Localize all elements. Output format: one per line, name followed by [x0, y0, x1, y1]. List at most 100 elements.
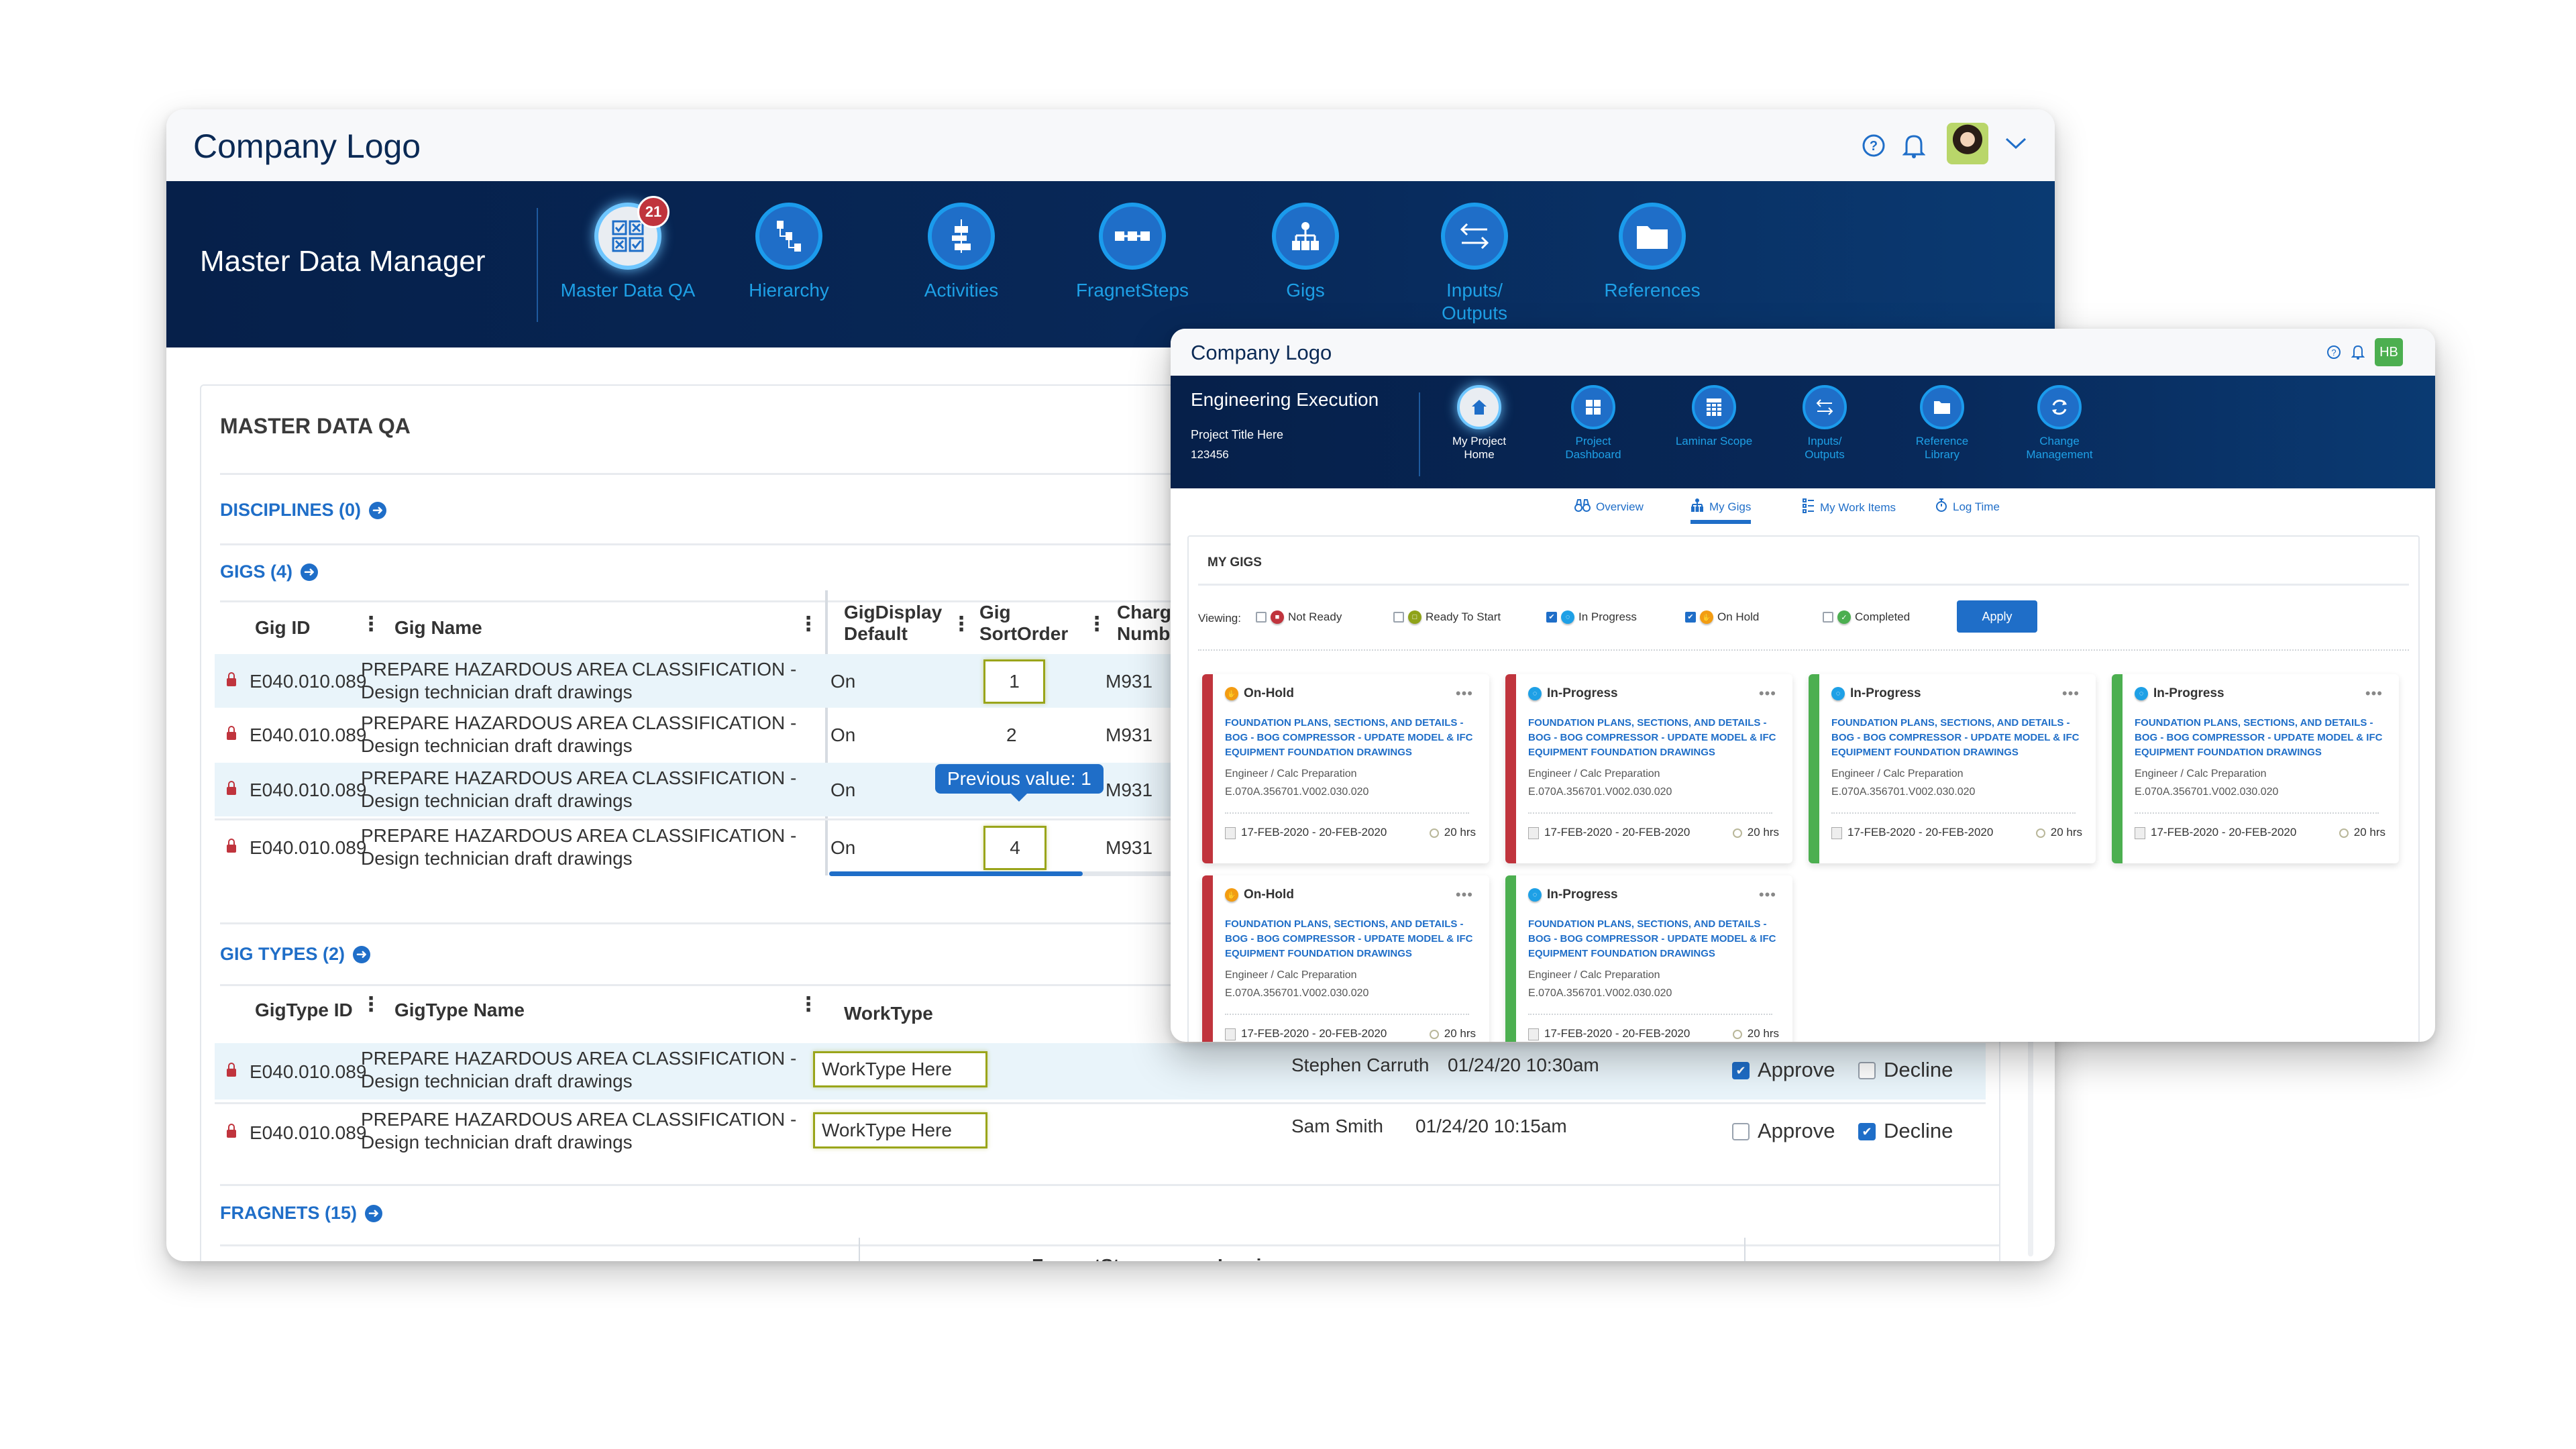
disciplines-link[interactable]: DISCIPLINES (0) ➜	[220, 500, 387, 521]
sort-order-input[interactable]: 1	[983, 659, 1045, 704]
worktype-input[interactable]: WorkType Here	[813, 1112, 987, 1148]
nav-hierarchy[interactable]: Hierarchy	[722, 203, 856, 302]
more-options-icon[interactable]: •••	[1759, 886, 1776, 904]
filter-on-hold[interactable]: ✔ ✋ On Hold	[1685, 610, 1759, 624]
tab-my-gigs[interactable]: My Gigs	[1690, 498, 1752, 524]
gig-card[interactable]: ◌ In-Progress ••• FOUNDATION PLANS, SECTION…	[2112, 674, 2399, 863]
filter-completed[interactable]: ✓ Completed	[1823, 610, 1910, 624]
gig-card[interactable]: ◌ In-Progress ••• FOUNDATION PLANS, SECTION…	[1505, 875, 1792, 1042]
tab-overview[interactable]: Overview	[1574, 498, 1644, 516]
nav-label: References	[1604, 280, 1701, 301]
column-menu-icon[interactable]: ⋮	[361, 993, 381, 1016]
column-menu-icon[interactable]: ⋮	[361, 612, 381, 636]
gig-title-link[interactable]: FOUNDATION PLANS, SECTIONS, AND DETAILS …	[1831, 716, 2082, 760]
col-header-gig-sortorder[interactable]: Gig SortOrder	[979, 602, 1068, 645]
fragnets-link[interactable]: FRAGNETS (15) ➜	[220, 1203, 383, 1224]
gig-card[interactable]: ✋ On-Hold ••• FOUNDATION PLANS, SECTIONS, A…	[1202, 875, 1489, 1042]
filter-not-ready[interactable]: ■ Not Ready	[1256, 610, 1342, 624]
gig-types-link[interactable]: GIG TYPES (2) ➜	[220, 944, 371, 965]
nav-activities[interactable]: Activities	[894, 203, 1028, 302]
col-header-gigtype-name[interactable]: GigType Name	[394, 1000, 525, 1021]
gig-card[interactable]: ◌ In-Progress ••• FOUNDATION PLANS, SECTION…	[1809, 674, 2096, 863]
approve-checkbox[interactable]	[1732, 1123, 1750, 1140]
page-title: MASTER DATA QA	[220, 414, 411, 438]
gig-role: Engineer / Calc Preparation	[1831, 768, 1964, 780]
col-header-charge-number[interactable]: Charg Numb	[1117, 602, 1171, 645]
gigtype-name-line: Design technician draft drawings	[361, 1131, 633, 1152]
nav-change-management[interactable]: Change Management	[2009, 385, 2110, 462]
col-header-fragnetstep[interactable]: FragnetStep	[1032, 1255, 1141, 1261]
filter-checkbox[interactable]: ✔	[1685, 612, 1696, 623]
gig-card[interactable]: ◌ In-Progress ••• FOUNDATION PLANS, SECTION…	[1505, 674, 1792, 863]
more-options-icon[interactable]: •••	[1456, 685, 1473, 702]
more-options-icon[interactable]: •••	[1759, 685, 1776, 702]
col-header-gig-id[interactable]: Gig ID	[255, 617, 310, 639]
help-icon[interactable]: ?	[2326, 345, 2341, 363]
gig-title-link[interactable]: FOUNDATION PLANS, SECTIONS, AND DETAILS …	[1225, 716, 1476, 760]
nav-references[interactable]: References	[1585, 203, 1719, 302]
chevron-down-icon[interactable]	[2004, 136, 2027, 154]
table-row[interactable]: E040.010.089 PREPARE HAZARDOUS AREA CLAS…	[215, 1043, 1986, 1099]
more-options-icon[interactable]: •••	[2365, 685, 2383, 702]
bell-icon[interactable]	[1902, 132, 1926, 162]
company-logo[interactable]: Company Logo	[193, 127, 421, 166]
decline-checkbox[interactable]	[1858, 1062, 1876, 1079]
nav-reference-library[interactable]: Reference Library	[1902, 385, 1982, 462]
sort-order-input[interactable]: 4	[983, 826, 1046, 870]
table-row[interactable]: E040.010.089 PREPARE HAZARDOUS AREA CLAS…	[215, 818, 1261, 874]
gig-title-link[interactable]: FOUNDATION PLANS, SECTIONS, AND DETAILS …	[2135, 716, 2385, 760]
col-header-laminar[interactable]: Laminar	[1218, 1255, 1291, 1261]
gig-display-default: On	[830, 724, 856, 745]
horizontal-scrollbar[interactable]	[829, 871, 1191, 876]
table-row[interactable]: E040.010.089 PREPARE HAZARDOUS AREA CLAS…	[215, 1102, 1986, 1161]
gig-title-link[interactable]: FOUNDATION PLANS, SECTIONS, AND DETAILS …	[1225, 917, 1476, 961]
nav-project-dashboard[interactable]: Project Dashboard	[1553, 385, 1633, 462]
nav-inputs-outputs[interactable]: Inputs/ Outputs	[1407, 203, 1542, 324]
gig-card[interactable]: ✋ On-Hold ••• FOUNDATION PLANS, SECTIONS, A…	[1202, 674, 1489, 863]
filter-checkbox[interactable]	[1823, 612, 1833, 623]
nav-fragnetsteps[interactable]: FragnetSteps	[1065, 203, 1199, 302]
nav-gigs[interactable]: Gigs	[1238, 203, 1373, 302]
divider	[1225, 1014, 1469, 1015]
filter-checkbox[interactable]	[1393, 612, 1404, 623]
col-header-worktype[interactable]: WorkType	[844, 1003, 933, 1024]
column-menu-icon[interactable]: ⋮	[951, 612, 971, 636]
nav-laminar-scope[interactable]: Laminar Scope	[1664, 385, 1764, 448]
filter-checkbox[interactable]: ✔	[1546, 612, 1557, 623]
column-menu-icon[interactable]: ⋮	[798, 993, 818, 1016]
worktype-input[interactable]: WorkType Here	[813, 1051, 987, 1087]
more-options-icon[interactable]: •••	[1456, 886, 1473, 904]
tab-log-time[interactable]: Log Time	[1935, 498, 2000, 516]
more-options-icon[interactable]: •••	[2062, 685, 2080, 702]
column-menu-icon[interactable]: ⋮	[1087, 612, 1107, 636]
nav-master-data-qa[interactable]: 21 Master Data QA	[547, 196, 708, 302]
filter-in-progress[interactable]: ✔ ◌ In Progress	[1546, 610, 1637, 624]
user-avatar[interactable]	[1947, 123, 1988, 164]
nav-my-project-home[interactable]: My Project Home	[1439, 385, 1519, 462]
header-line: Numb	[1117, 623, 1171, 645]
approve-checkbox[interactable]: ✔	[1732, 1062, 1750, 1079]
col-header-gigtype-id[interactable]: GigType ID	[255, 1000, 353, 1021]
nav-inputs-outputs[interactable]: Inputs/Outputs	[1784, 385, 1865, 462]
table-row[interactable]: E040.010.089 PREPARE HAZARDOUS AREA CLAS…	[215, 763, 1261, 816]
column-menu-icon[interactable]: ⋮	[798, 612, 818, 636]
help-icon[interactable]: ?	[1862, 133, 1886, 161]
filter-ready-to-start[interactable]: □ Ready To Start	[1393, 610, 1501, 624]
table-row[interactable]: E040.010.089 PREPARE HAZARDOUS AREA CLAS…	[215, 708, 1261, 761]
label-line: Outputs	[1805, 448, 1845, 462]
gigs-link[interactable]: GIGS (4) ➜	[220, 561, 319, 582]
scrollbar-thumb[interactable]	[829, 871, 1083, 876]
decline-checkbox[interactable]: ✔	[1858, 1123, 1876, 1140]
table-row[interactable]: E040.010.089 PREPARE HAZARDOUS AREA CLAS…	[215, 654, 1261, 708]
col-header-gig-name[interactable]: Gig Name	[394, 617, 482, 639]
apply-button[interactable]: Apply	[1957, 600, 2037, 633]
filter-checkbox[interactable]	[1256, 612, 1267, 623]
user-initials-avatar[interactable]: HB	[2375, 338, 2403, 366]
col-header-gigdisplay-default[interactable]: GigDisplay Default	[844, 602, 942, 645]
bell-icon[interactable]	[2351, 343, 2365, 363]
nav-label: Laminar Scope	[1675, 435, 1753, 447]
gig-title-link[interactable]: FOUNDATION PLANS, SECTIONS, AND DETAILS …	[1528, 917, 1779, 961]
company-logo[interactable]: Company Logo	[1191, 341, 1332, 365]
gig-title-link[interactable]: FOUNDATION PLANS, SECTIONS, AND DETAILS …	[1528, 716, 1779, 760]
tab-my-work-items[interactable]: My Work Items	[1803, 498, 1896, 517]
